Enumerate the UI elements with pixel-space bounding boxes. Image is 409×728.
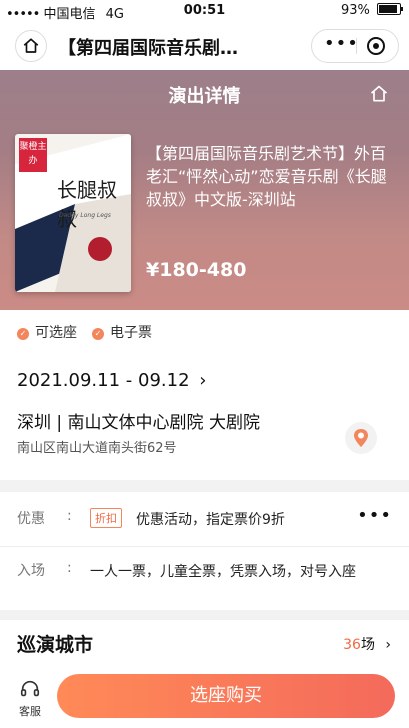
home-icon xyxy=(23,38,39,53)
poster-title: 长腿叔叔 xyxy=(57,178,117,231)
home-icon[interactable] xyxy=(369,84,389,104)
chevron-right-icon: › xyxy=(199,370,207,391)
hero-title: 演出详情 xyxy=(168,86,241,107)
map-button[interactable] xyxy=(345,422,377,454)
battery-percent: 93% xyxy=(340,3,370,18)
tour-title: 巡演城市 xyxy=(17,634,94,656)
page-title: 【第四届国际音乐剧… xyxy=(58,38,238,59)
customer-service-button[interactable]: 客服 xyxy=(10,678,50,719)
venue-name: 深圳 | 南山文体中心剧院 大剧院 xyxy=(17,413,260,433)
tag-label: 电子票 xyxy=(110,325,152,341)
target-icon[interactable] xyxy=(367,37,385,55)
tour-count: 36场 › xyxy=(343,634,391,654)
show-date-link[interactable]: 2021.09.11 - 09.12 › xyxy=(17,370,206,391)
status-bar: ••••• 中国电信 4G 00:51 93% xyxy=(0,0,409,22)
poster-subtitle: Daddy Long Legs xyxy=(59,212,111,219)
show-poster[interactable]: 聚橙主办 长腿叔叔 Daddy Long Legs xyxy=(15,134,131,292)
venue-address: 南山区南山大道南头街62号 xyxy=(17,441,177,456)
promo-text: 优惠活动，指定票价9折 xyxy=(136,512,285,528)
home-button[interactable] xyxy=(15,30,47,62)
promo-colon: : xyxy=(67,508,72,524)
check-icon: ✓ xyxy=(92,328,104,340)
show-price: ¥180-480 xyxy=(146,259,247,281)
more-icon[interactable]: ••• xyxy=(324,35,359,53)
tour-count-unit: 场 xyxy=(360,637,375,653)
entry-colon: : xyxy=(67,560,72,576)
select-seat-buy-button[interactable]: 选座购买 xyxy=(57,674,395,718)
nav-bar: 【第四届国际音乐剧… ••• xyxy=(0,22,409,70)
mini-program-capsule: ••• xyxy=(311,29,399,63)
tag-label: 可选座 xyxy=(35,325,77,341)
entry-label: 入场 xyxy=(17,563,45,579)
poster-badge: 聚橙主办 xyxy=(19,138,47,172)
show-date: 2021.09.11 - 09.12 xyxy=(17,370,190,391)
promo-label: 优惠 xyxy=(17,511,45,527)
show-info: 2021.09.11 - 09.12 › 深圳 | 南山文体中心剧院 大剧院 南… xyxy=(0,352,409,480)
battery-icon xyxy=(377,3,403,15)
tour-count-number: 36 xyxy=(343,637,361,653)
show-hero: 演出详情 聚橙主办 长腿叔叔 Daddy Long Legs 【第四届国际音乐剧… xyxy=(0,70,409,310)
tour-section[interactable]: 巡演城市 36场 › xyxy=(0,620,409,670)
service-label: 客服 xyxy=(19,705,41,718)
divider xyxy=(0,546,409,547)
chevron-right-icon: › xyxy=(385,637,391,653)
tag-selectable-seat: ✓ 可选座 xyxy=(17,322,77,342)
bottom-bar: 客服 选座购买 xyxy=(0,668,409,728)
feature-tags: ✓ 可选座 ✓ 电子票 xyxy=(0,310,409,353)
show-name: 【第四届国际音乐剧艺术节】外百老汇“怦然心动”恋爱音乐剧《长腿叔叔》中文版-深圳… xyxy=(146,144,387,209)
entry-text: 一人一票，儿童全票，凭票入场，对号入座 xyxy=(90,564,356,580)
discount-badge: 折扣 xyxy=(90,508,122,528)
status-right: 93% xyxy=(340,3,403,18)
tag-e-ticket: ✓ 电子票 xyxy=(92,322,152,342)
check-icon: ✓ xyxy=(17,328,29,340)
more-icon[interactable]: ••• xyxy=(357,505,392,526)
headset-icon xyxy=(20,680,40,697)
promo-section: 优惠 : 折扣 优惠活动，指定票价9折 ••• 入场 : 一人一票，儿童全票，凭… xyxy=(0,492,409,610)
capsule-divider xyxy=(356,38,357,54)
map-pin-icon xyxy=(354,429,368,447)
